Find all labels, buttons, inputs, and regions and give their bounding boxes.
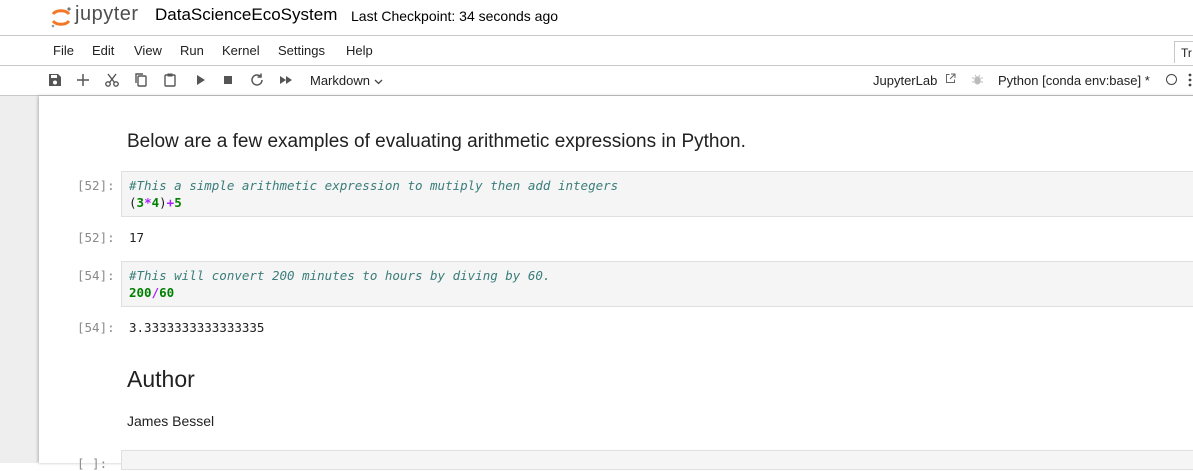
cell-output-prompt: [52]: xyxy=(77,230,115,245)
code-token: 60 xyxy=(159,285,175,300)
save-icon[interactable] xyxy=(47,72,63,88)
markdown-intro-heading: Below are a few examples of evaluating a… xyxy=(127,131,746,152)
cell-input-prompt: [52]: xyxy=(77,178,115,193)
cell-output: 3.3333333333333335 xyxy=(129,320,265,335)
fast-forward-icon[interactable] xyxy=(278,72,294,88)
notebook-toolbar: Markdown JupyterLab Python [conda env:ba… xyxy=(0,66,1193,96)
code-token: 3 xyxy=(136,195,145,210)
top-header: jupyter DataScienceEcoSystem Last Checkp… xyxy=(0,0,1193,34)
trusted-tab[interactable]: Tr xyxy=(1174,41,1193,63)
menu-kernel[interactable]: Kernel xyxy=(222,43,260,58)
menu-file[interactable]: File xyxy=(53,43,74,58)
copy-icon[interactable] xyxy=(133,72,149,88)
author-heading: Author xyxy=(127,366,195,392)
paste-icon[interactable] xyxy=(162,72,178,88)
logo-text: jupyter xyxy=(75,3,139,25)
code-token: * xyxy=(144,195,152,210)
empty-code-cell[interactable] xyxy=(121,450,1193,470)
code-token: ( xyxy=(129,195,137,210)
code-token: ) xyxy=(159,195,167,210)
menu-settings[interactable]: Settings xyxy=(278,43,325,58)
run-icon[interactable] xyxy=(192,72,208,88)
debugger-icon[interactable] xyxy=(971,73,984,86)
jupyterlab-link[interactable]: JupyterLab xyxy=(873,73,937,88)
menu-view[interactable]: View xyxy=(134,43,162,58)
stop-icon[interactable] xyxy=(220,72,236,88)
author-name: James Bessel xyxy=(127,413,215,429)
cell-input-prompt: [54]: xyxy=(77,268,115,283)
restart-icon[interactable] xyxy=(249,72,265,88)
code-expression: 200/60 xyxy=(129,285,174,300)
external-link-icon[interactable] xyxy=(945,73,956,84)
code-expression: (3*4)+5 xyxy=(129,195,182,210)
code-token: 5 xyxy=(174,195,182,210)
code-token: 200 xyxy=(129,285,152,300)
cell-type-dropdown[interactable]: Markdown xyxy=(310,73,383,88)
cell-input-prompt: [ ]: xyxy=(77,456,108,471)
jupyter-logo[interactable]: jupyter xyxy=(50,2,144,30)
code-token: 4 xyxy=(151,195,160,210)
menu-run[interactable]: Run xyxy=(180,43,204,58)
chevron-down-icon xyxy=(374,73,383,88)
notebook-title[interactable]: DataScienceEcoSystem xyxy=(155,5,337,25)
last-checkpoint-text: Last Checkpoint: 34 seconds ago xyxy=(351,8,559,24)
code-comment: #This will convert 200 minutes to hours … xyxy=(129,268,551,283)
code-comment: #This a simple arithmetic expression to … xyxy=(129,178,619,193)
code-cell-2[interactable]: #This will convert 200 minutes to hours … xyxy=(121,261,1193,307)
code-cell-1[interactable]: #This a simple arithmetic expression to … xyxy=(121,171,1193,217)
jupyter-logo-icon xyxy=(51,7,71,28)
cell-type-label: Markdown xyxy=(310,73,370,88)
code-token: / xyxy=(151,285,160,300)
menu-edit[interactable]: Edit xyxy=(92,43,114,58)
cell-output: 17 xyxy=(129,230,145,245)
add-cell-icon[interactable] xyxy=(75,72,91,88)
kernel-name[interactable]: Python [conda env:base] * xyxy=(998,73,1150,88)
cut-icon[interactable] xyxy=(104,72,120,88)
menubar: File Edit View Run Kernel Settings Help … xyxy=(0,35,1193,66)
menu-help[interactable]: Help xyxy=(346,43,373,58)
more-vertical-icon[interactable] xyxy=(1188,73,1192,87)
cell-output-prompt: [54]: xyxy=(77,320,115,335)
kernel-status-icon xyxy=(1166,74,1177,85)
